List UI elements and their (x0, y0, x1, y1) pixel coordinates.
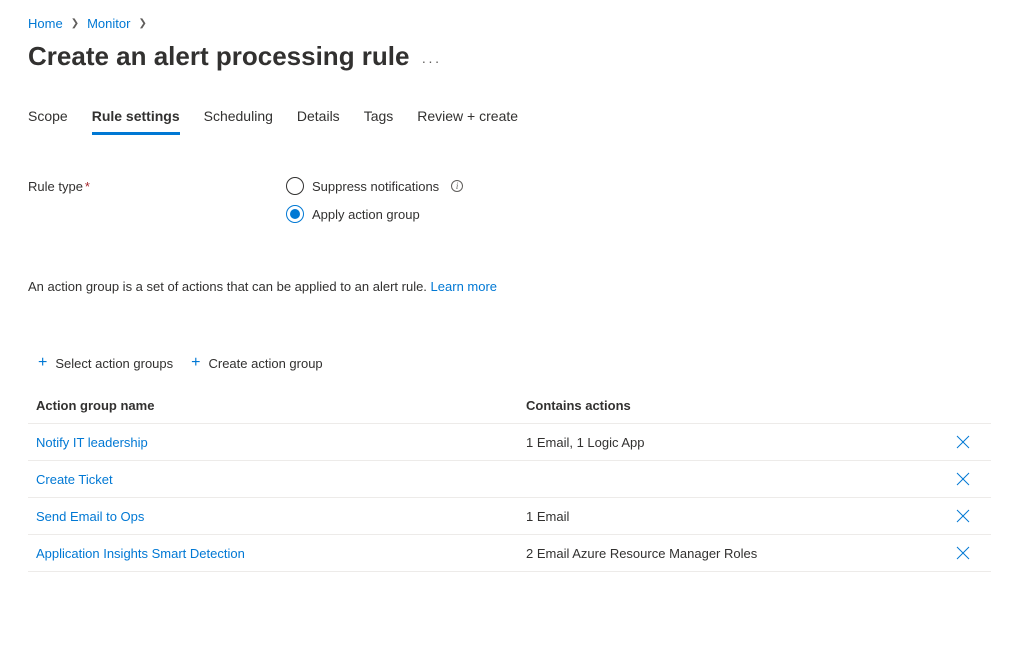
close-icon[interactable] (943, 471, 983, 487)
create-action-group-button[interactable]: + Create action group (189, 350, 325, 376)
action-group-link[interactable]: Notify IT leadership (36, 435, 148, 450)
radio-suppress-notifications[interactable]: Suppress notifications i (286, 177, 463, 195)
action-group-link[interactable]: Send Email to Ops (36, 509, 144, 524)
action-group-contains: 1 Email, 1 Logic App (526, 435, 943, 450)
plus-icon: + (38, 354, 47, 372)
table-row: Notify IT leadership 1 Email, 1 Logic Ap… (28, 424, 991, 461)
info-icon[interactable]: i (451, 180, 463, 192)
radio-icon (286, 205, 304, 223)
rule-type-label: Rule type* (28, 177, 286, 194)
action-group-link[interactable]: Create Ticket (36, 472, 113, 487)
tab-scheduling[interactable]: Scheduling (204, 108, 273, 135)
breadcrumb: Home ❯ Monitor ❯ (28, 16, 991, 31)
tab-details[interactable]: Details (297, 108, 340, 135)
table-header-name: Action group name (36, 398, 526, 413)
chevron-right-icon: ❯ (71, 18, 79, 29)
plus-icon: + (191, 354, 200, 372)
table-row: Create Ticket (28, 461, 991, 498)
chevron-right-icon: ❯ (138, 18, 146, 29)
breadcrumb-home[interactable]: Home (28, 16, 63, 31)
radio-apply-action-group[interactable]: Apply action group (286, 205, 463, 223)
radio-icon (286, 177, 304, 195)
action-group-contains: 1 Email (526, 509, 943, 524)
more-icon[interactable]: ··· (421, 45, 441, 69)
radio-suppress-label: Suppress notifications (312, 179, 439, 194)
select-action-groups-button[interactable]: + Select action groups (36, 350, 175, 376)
tab-rule-settings[interactable]: Rule settings (92, 108, 180, 135)
action-group-link[interactable]: Application Insights Smart Detection (36, 546, 245, 561)
action-group-contains: 2 Email Azure Resource Manager Roles (526, 546, 943, 561)
close-icon[interactable] (943, 508, 983, 524)
page-title: Create an alert processing rule (28, 41, 409, 72)
table-row: Application Insights Smart Detection 2 E… (28, 535, 991, 572)
tab-tags[interactable]: Tags (364, 108, 394, 135)
learn-more-link[interactable]: Learn more (431, 279, 497, 294)
table-row: Send Email to Ops 1 Email (28, 498, 991, 535)
table-header-actions: Contains actions (526, 398, 943, 413)
tab-scope[interactable]: Scope (28, 108, 68, 135)
description-text: An action group is a set of actions that… (28, 279, 991, 294)
close-icon[interactable] (943, 434, 983, 450)
radio-apply-label: Apply action group (312, 207, 420, 222)
breadcrumb-monitor[interactable]: Monitor (87, 16, 130, 31)
tabs: Scope Rule settings Scheduling Details T… (28, 108, 991, 135)
action-groups-table: Action group name Contains actions Notif… (28, 388, 991, 572)
tab-review-create[interactable]: Review + create (417, 108, 518, 135)
close-icon[interactable] (943, 545, 983, 561)
